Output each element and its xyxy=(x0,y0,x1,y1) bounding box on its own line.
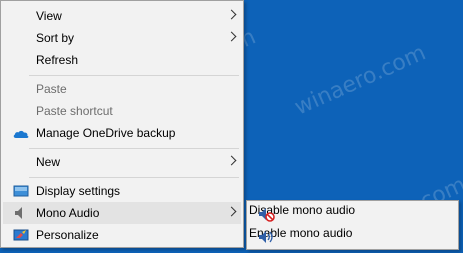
submenu-item-enable-mono-audio[interactable]: Enable mono audio xyxy=(249,226,456,248)
menu-item-manage-onedrive-backup[interactable]: Manage OneDrive backup xyxy=(3,122,241,144)
speaker-disabled-icon xyxy=(257,206,275,222)
chevron-right-icon xyxy=(226,206,237,217)
menu-item-sort-by[interactable]: Sort by xyxy=(3,27,241,49)
menu-item-paste-shortcut: Paste shortcut xyxy=(3,100,241,122)
menu-item-label: Paste shortcut xyxy=(36,104,113,118)
menu-item-label: View xyxy=(36,9,62,23)
submenu-item-disable-mono-audio[interactable]: Disable mono audio xyxy=(249,203,456,225)
menu-item-label: Personalize xyxy=(36,228,99,242)
menu-item-label: New xyxy=(36,155,61,169)
menu-separator xyxy=(29,148,239,149)
chevron-right-icon xyxy=(226,155,237,166)
onedrive-cloud-icon xyxy=(12,125,30,141)
desktop-context-menu: View Sort by Refresh Paste Paste shortcu… xyxy=(0,0,244,248)
menu-item-label: Display settings xyxy=(36,184,121,198)
menu-item-label: Paste xyxy=(36,82,67,96)
speaker-enabled-icon xyxy=(257,229,275,245)
display-icon xyxy=(12,183,30,199)
menu-item-label: Refresh xyxy=(36,53,79,67)
menu-item-label: Manage OneDrive backup xyxy=(36,126,176,140)
speaker-icon xyxy=(12,205,30,221)
chevron-right-icon xyxy=(226,9,237,20)
menu-item-label: Sort by xyxy=(36,31,75,45)
menu-separator xyxy=(29,177,239,178)
menu-item-view[interactable]: View xyxy=(3,5,241,27)
mono-audio-submenu: Disable mono audio Enable mono audio xyxy=(246,200,459,250)
menu-item-display-settings[interactable]: Display settings xyxy=(3,180,241,202)
menu-item-personalize[interactable]: Personalize xyxy=(3,224,241,246)
menu-separator xyxy=(29,75,239,76)
menu-item-label: Mono Audio xyxy=(36,206,100,220)
menu-item-refresh[interactable]: Refresh xyxy=(3,49,241,71)
chevron-right-icon xyxy=(226,31,237,42)
personalize-icon xyxy=(12,227,30,243)
menu-item-paste: Paste xyxy=(3,78,241,100)
menu-item-mono-audio[interactable]: Mono Audio xyxy=(3,202,241,224)
menu-item-new[interactable]: New xyxy=(3,151,241,173)
